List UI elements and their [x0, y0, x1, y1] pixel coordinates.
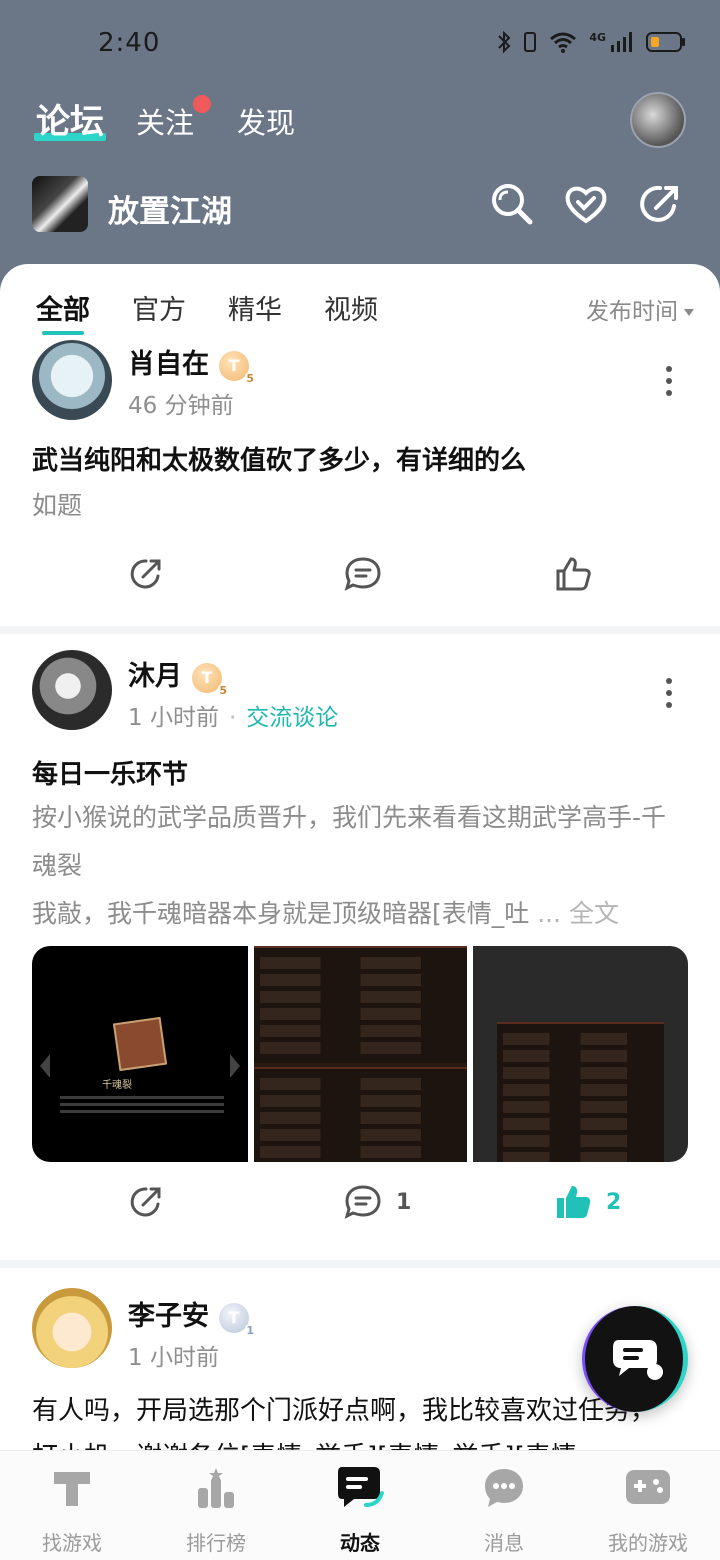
post-item[interactable]: 肖自在 T 5 46 分钟前 武当纯阳和太极数值砍了多少，有详细的么 如题 [0, 340, 720, 630]
ranking-icon [198, 1468, 234, 1508]
thumbs-up-filled-icon [557, 1186, 591, 1218]
battery-icon [646, 32, 685, 52]
share-button[interactable] [128, 556, 164, 592]
share-icon[interactable] [638, 182, 682, 226]
status-icons: 4G [497, 30, 686, 54]
comment-icon [344, 1185, 381, 1219]
filter-featured[interactable]: 精华 [228, 288, 282, 327]
post-title[interactable]: 武当纯阳和太极数值砍了多少，有详细的么 [32, 440, 526, 477]
post-actions: 1 2 [0, 1184, 720, 1244]
arrow-left-icon [40, 1054, 50, 1078]
share-icon [130, 559, 161, 589]
bottom-tab-bar: 找游戏 排行榜 动态 消息 我的游戏 [0, 1450, 720, 1560]
feed-panel: 全部 官方 精华 视频 发布时间 肖自在 T 5 46 分钟前 武当纯阳和太极数值砍… [0, 264, 720, 1450]
post-body[interactable]: 如题 [32, 482, 680, 530]
post-image[interactable]: 千魂裂 [32, 946, 248, 1162]
share-button[interactable] [128, 1184, 164, 1220]
tab-messages[interactable]: 消息 [434, 1465, 574, 1556]
thumbs-up-icon [556, 557, 591, 591]
tab-feed[interactable]: 动态 [290, 1465, 430, 1556]
post-meta: 1 小时前 · 交流谈论 [128, 705, 339, 731]
top-nav: 论坛 关注 发现 [0, 92, 720, 152]
post-image[interactable] [254, 946, 467, 1162]
divider [0, 1260, 720, 1268]
post-body[interactable]: 有人吗，开局选那个门派好点啊，我比较喜欢过任务，打小机，谢谢各位[表情_举手][… [32, 1388, 680, 1450]
feed-chat-icon [338, 1467, 384, 1507]
tab-my-games[interactable]: 我的游戏 [578, 1465, 718, 1556]
comment-button[interactable] [344, 556, 382, 592]
signal-icon [611, 32, 632, 52]
arrow-right-icon [230, 1054, 240, 1078]
game-header: 放置江湖 [0, 176, 720, 236]
filter-all[interactable]: 全部 [36, 288, 90, 335]
like-count: 2 [606, 1189, 622, 1215]
post-image[interactable] [473, 946, 688, 1162]
more-options-icon[interactable] [666, 366, 674, 402]
image-caption: 千魂裂 [102, 1080, 132, 1091]
image-text-lines [60, 1096, 224, 1116]
share-icon [130, 1187, 161, 1217]
like-button[interactable]: 2 [554, 1184, 621, 1220]
network-type: 4G [589, 30, 606, 44]
message-icon [485, 1469, 523, 1507]
comment-button[interactable]: 1 [344, 1184, 411, 1220]
notification-dot [193, 95, 211, 113]
more-options-icon[interactable] [666, 678, 674, 714]
level-badge: T5 [192, 662, 228, 697]
post-avatar[interactable] [32, 650, 112, 730]
game-actions [490, 182, 682, 226]
post-body[interactable]: 按小猴说的武学品质晋升，我们先来看看这期武学高手-千魂裂 我敲，我千魂暗器本身就… [32, 794, 680, 938]
status-time: 2:40 [98, 28, 161, 58]
post-avatar[interactable] [32, 340, 112, 420]
like-button[interactable] [554, 556, 592, 592]
level-badge: T5 [219, 350, 255, 385]
level-badge: T1 [219, 1302, 255, 1337]
vibrate-icon [524, 32, 537, 52]
chat-fab[interactable] [582, 1306, 688, 1412]
post-title[interactable]: 每日一乐环节 [32, 754, 188, 791]
filter-official[interactable]: 官方 [132, 288, 186, 327]
tab-follow[interactable]: 关注 [136, 100, 194, 142]
game-logo[interactable] [32, 176, 88, 232]
post-username[interactable]: 李子安 T 1 [128, 1294, 255, 1337]
tab-forum[interactable]: 论坛 [34, 94, 106, 143]
gamepad-icon [626, 1470, 670, 1504]
user-avatar[interactable] [630, 92, 686, 148]
tab-ranking[interactable]: 排行榜 [146, 1465, 286, 1556]
tab-find-game[interactable]: 找游戏 [2, 1465, 142, 1556]
game-controller-t-icon [54, 1472, 90, 1506]
comment-icon [344, 557, 381, 591]
post-item[interactable]: 沐月 T 5 1 小时前 · 交流谈论 每日一乐环节 按小猴说的武学品质晋升，我们先来看… [0, 650, 720, 1260]
chat-bubble-icon [613, 1340, 663, 1380]
topic-tag[interactable]: 交流谈论 [246, 705, 338, 731]
filter-video[interactable]: 视频 [324, 288, 378, 327]
post-images: 千魂裂 [32, 946, 688, 1162]
caret-down-icon [684, 309, 694, 316]
tab-discover[interactable]: 发现 [237, 100, 295, 142]
heart-check-icon[interactable] [564, 182, 608, 226]
wifi-icon [550, 32, 577, 53]
book-icon [112, 1016, 168, 1072]
post-avatar[interactable] [32, 1288, 112, 1368]
post-username[interactable]: 肖自在 T 5 [128, 342, 255, 385]
filter-tabs: 全部 官方 精华 视频 发布时间 [0, 264, 720, 340]
post-username[interactable]: 沐月 T 5 [128, 654, 228, 697]
sort-dropdown[interactable]: 发布时间 [586, 292, 694, 326]
sort-label: 发布时间 [586, 299, 678, 325]
bluetooth-icon [498, 30, 511, 54]
post-time: 1 小时前 [128, 1345, 219, 1371]
divider [0, 626, 720, 634]
game-title[interactable]: 放置江湖 [108, 186, 232, 231]
status-bar: 2:40 4G [0, 0, 720, 90]
search-icon[interactable] [490, 182, 534, 226]
full-text-link[interactable]: ... 全文 [537, 899, 619, 928]
post-actions [0, 556, 720, 616]
comment-count: 1 [396, 1189, 412, 1215]
post-time: 46 分钟前 [128, 393, 234, 419]
